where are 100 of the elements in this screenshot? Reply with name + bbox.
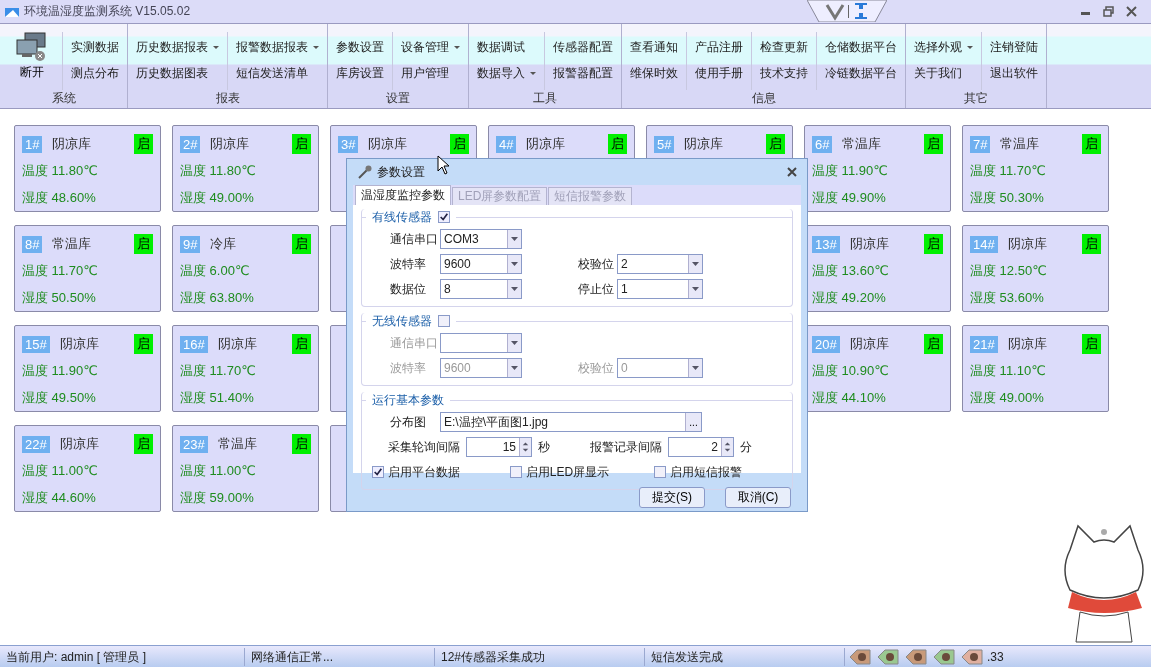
close-icon[interactable]: [787, 167, 797, 177]
checkbox[interactable]: [438, 211, 450, 223]
checkbox[interactable]: [509, 466, 522, 478]
status-badge: 启: [292, 234, 311, 254]
ribbon-button[interactable]: 检查更新: [752, 34, 816, 60]
group-label: 信息: [750, 90, 777, 107]
number-field[interactable]: 2: [668, 437, 734, 457]
ribbon-button[interactable]: 历史数据图表: [128, 60, 227, 86]
ribbon-button[interactable]: 选择外观: [906, 34, 981, 60]
status-badge: 启: [134, 234, 153, 254]
browse-button[interactable]: ...: [685, 413, 701, 431]
section-title: 有线传感器: [372, 208, 432, 226]
ribbon-button[interactable]: 测点分布: [63, 60, 127, 86]
field-label: 通信串口: [390, 230, 439, 248]
ribbon-button[interactable]: 关于我们: [906, 60, 981, 86]
ribbon-button[interactable]: 产品注册: [687, 34, 751, 60]
ribbon-button[interactable]: 冷链数据平台: [817, 60, 905, 86]
status-badge: 启: [924, 234, 943, 254]
ribbon-button[interactable]: 报警器配置: [545, 60, 621, 86]
cursor-icon: [437, 155, 449, 175]
status-text: 短信发送完成: [645, 647, 845, 666]
ribbon-button[interactable]: 数据导入: [469, 60, 544, 86]
checkbox[interactable]: [372, 466, 384, 478]
humidity-reading: 湿度 53.60%: [970, 289, 1045, 307]
ribbon-button[interactable]: 数据调试: [469, 34, 544, 60]
storage-name: 阴凉库: [1007, 235, 1047, 253]
field-label: 波特率: [390, 359, 427, 377]
sensor-number: 23#: [180, 435, 208, 453]
storage-name: 阴凉库: [52, 135, 92, 153]
ribbon-button[interactable]: 仓储数据平台: [817, 34, 905, 60]
sensor-number: 4#: [496, 135, 517, 153]
sensor-number: 15#: [22, 335, 50, 353]
spin-arrows-icon: [519, 438, 531, 456]
temperature-reading: 温度 13.60℃: [812, 262, 890, 280]
tab-icon[interactable]: [847, 647, 873, 666]
file-path-field[interactable]: E:\温控\平面图1.jpg ...: [440, 412, 702, 432]
ribbon-button[interactable]: 历史数据报表: [128, 34, 227, 60]
ribbon-button[interactable]: 维保时效: [622, 60, 686, 86]
tab-icon[interactable]: [959, 647, 985, 666]
temperature-reading: 温度 11.80℃: [22, 162, 99, 180]
ribbon-button[interactable]: 实测数据: [63, 34, 127, 60]
computers-icon: [16, 32, 48, 62]
dropdown-field[interactable]: 2: [617, 254, 703, 274]
ribbon-button[interactable]: 退出软件: [982, 60, 1046, 86]
ribbon-button[interactable]: 注销登陆: [982, 34, 1046, 60]
dropdown-field[interactable]: COM3: [440, 229, 522, 249]
cancel-button[interactable]: 取消(C): [725, 487, 791, 508]
ribbon-button[interactable]: 设备管理: [393, 34, 468, 60]
sensor-number: 9#: [180, 235, 201, 253]
unit-label: 秒: [538, 438, 550, 456]
storage-name: 阴凉库: [526, 135, 566, 153]
wrench-icon: [357, 164, 373, 180]
humidity-reading: 湿度 49.00%: [970, 389, 1045, 407]
dropdown-field[interactable]: 1: [617, 279, 703, 299]
temperature-reading: 温度 11.10℃: [970, 362, 1047, 380]
field-label: 采集轮询间隔: [388, 438, 461, 456]
status-badge: 启: [1082, 234, 1101, 254]
status-badge: 启: [766, 134, 785, 154]
ribbon-button[interactable]: 技术支持: [752, 60, 816, 86]
humidity-reading: 湿度 49.90%: [812, 189, 887, 207]
sensor-number: 6#: [812, 135, 833, 153]
dropdown-field[interactable]: 8: [440, 279, 522, 299]
sensor-number: 1#: [22, 135, 43, 153]
ribbon-button[interactable]: 使用手册: [687, 60, 751, 86]
temperature-reading: 温度 11.70℃: [970, 162, 1047, 180]
status-badge: 启: [292, 434, 311, 454]
status-badge: 启: [924, 134, 943, 154]
status-text: .33: [987, 649, 1004, 664]
sensor-number: 14#: [970, 235, 998, 253]
checkbox[interactable]: [654, 466, 667, 478]
temperature-reading: 温度 11.00℃: [22, 462, 99, 480]
tab-icon[interactable]: [931, 647, 957, 666]
ribbon-button[interactable]: 用户管理: [393, 60, 468, 86]
number-field[interactable]: 15: [466, 437, 532, 457]
group-label: 报表: [214, 90, 241, 107]
view-switch-icon[interactable]: [807, 0, 887, 22]
disconnect-button[interactable]: 断开: [0, 32, 63, 90]
ribbon-button[interactable]: 报警数据报表: [228, 34, 327, 60]
humidity-reading: 湿度 49.50%: [22, 389, 97, 407]
tab-icon[interactable]: [903, 647, 929, 666]
tab[interactable]: 温湿度监控参数: [355, 185, 451, 205]
restore-icon[interactable]: [1103, 6, 1114, 17]
status-badge: 启: [450, 134, 469, 154]
tab-icon[interactable]: [875, 647, 901, 666]
storage-name: 常温库: [52, 235, 92, 253]
ribbon-button[interactable]: 参数设置: [328, 34, 392, 60]
caret-icon: [692, 262, 699, 266]
ribbon-button[interactable]: 短信发送清单: [228, 60, 327, 86]
humidity-reading: 湿度 49.20%: [812, 289, 887, 307]
close-icon[interactable]: [1126, 6, 1137, 17]
ribbon-button[interactable]: 库房设置: [328, 60, 392, 86]
group-label: 其它: [963, 90, 989, 107]
dropdown-field[interactable]: 9600: [440, 254, 522, 274]
humidity-reading: 湿度 51.40%: [180, 389, 255, 407]
ribbon-button[interactable]: 传感器配置: [545, 34, 621, 60]
humidity-reading: 湿度 50.50%: [22, 289, 97, 307]
field-label: 通信串口: [390, 334, 439, 352]
ribbon-button[interactable]: 查看通知: [622, 34, 686, 60]
temperature-reading: 温度 11.90℃: [22, 362, 99, 380]
submit-button[interactable]: 提交(S): [639, 487, 705, 508]
